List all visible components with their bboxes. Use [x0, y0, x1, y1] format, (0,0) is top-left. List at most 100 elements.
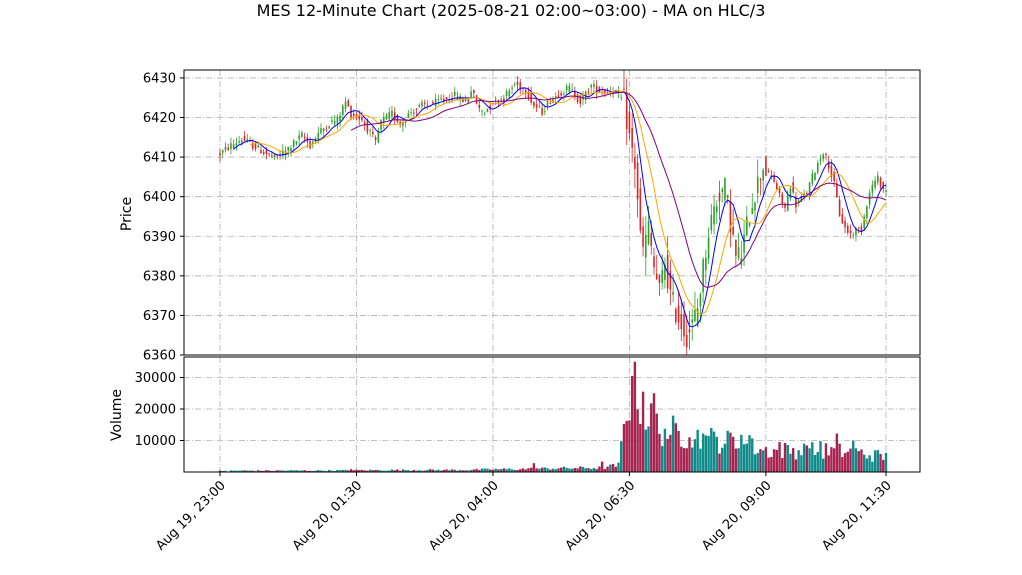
volume-bar [660, 446, 664, 472]
candle-body [298, 135, 300, 140]
candle-body [571, 88, 573, 90]
volume-bar [715, 436, 718, 472]
volume-bar [884, 452, 888, 472]
candle-body [565, 86, 568, 90]
candle-body [462, 97, 464, 103]
candle-body [852, 234, 855, 236]
candle-body [677, 305, 680, 323]
volume-bar [838, 443, 841, 472]
candle-body [568, 85, 571, 92]
volume-bar [852, 440, 855, 472]
volume-bar [677, 431, 680, 472]
candle-body [713, 206, 715, 225]
volume-bar [876, 450, 880, 472]
price-tick-label: 6380 [143, 269, 176, 284]
volume-bar [813, 454, 817, 472]
candle-body [372, 131, 374, 135]
volume-tick-label: 20000 [135, 402, 176, 417]
candle-body [361, 117, 363, 121]
candle-body [691, 319, 694, 323]
candle-body [549, 103, 552, 104]
volume-bar [699, 448, 702, 472]
candle-body [816, 162, 819, 173]
volume-bar [862, 454, 866, 472]
time-tick-label: Aug 20, 01:30 [290, 478, 366, 554]
volume-bar [606, 466, 609, 472]
volume-bar [778, 442, 781, 472]
candle-body [339, 115, 341, 122]
volume-bar [644, 429, 648, 472]
candle-body [287, 146, 290, 151]
volume-bar [710, 428, 713, 472]
volume-bar [830, 447, 833, 472]
volume-bar [857, 451, 860, 472]
volume-bar [682, 448, 686, 472]
candle-body [508, 90, 511, 97]
volume-bar [543, 467, 547, 472]
candle-body [377, 131, 380, 143]
candle-body [418, 104, 421, 107]
volume-bar [535, 468, 538, 472]
volume-bar [592, 468, 596, 472]
candle-body [634, 157, 636, 169]
candle-body [669, 270, 672, 290]
volume-bar [718, 453, 721, 472]
candle-body [486, 108, 489, 113]
volume-bar [781, 458, 784, 472]
volume-bar [617, 462, 620, 472]
volume-bar [639, 423, 642, 472]
candle-body [762, 170, 764, 181]
volume-bar [849, 448, 852, 472]
volume-bar [843, 453, 847, 472]
candle-body [511, 87, 513, 89]
volume-bar [483, 468, 486, 472]
volume-bar [791, 448, 795, 472]
candle-body [776, 183, 778, 190]
candle-body [866, 206, 868, 218]
candle-body [432, 101, 434, 104]
volume-bar [753, 454, 757, 472]
candle-body [268, 153, 270, 154]
candle-body [587, 91, 590, 93]
candle-body [631, 127, 633, 148]
volume-bar [797, 450, 800, 472]
volume-bar [854, 448, 858, 472]
price-panel-frame [183, 69, 921, 356]
candle-body [513, 83, 516, 85]
candle-body [672, 291, 674, 295]
candle-body [868, 192, 871, 205]
volume-bar [775, 449, 779, 472]
candle-body [516, 81, 519, 85]
candle-body [699, 294, 702, 307]
candle-body [735, 239, 737, 256]
candle-body [238, 141, 240, 143]
candle-body [544, 111, 546, 113]
candle-body [683, 314, 685, 337]
candle-body [620, 97, 623, 99]
candle-body [560, 93, 562, 96]
volume-bar [827, 455, 830, 472]
candlestick-chart: 6360 6370 6380 6390 6400 6410 6420 6430 10000 20… [109, 69, 921, 554]
volume-bar [808, 448, 811, 472]
candle-body [322, 128, 325, 132]
volume-bar [576, 468, 579, 472]
candle-body [328, 126, 330, 129]
price-tick-label: 6390 [143, 230, 176, 245]
candle-body [702, 259, 704, 293]
volume-bar [622, 423, 626, 472]
candle-body [500, 99, 502, 100]
price-tick-label: 6430 [143, 71, 176, 86]
volume-bar [480, 468, 484, 472]
candle-body [819, 158, 822, 162]
volume-bar [614, 466, 617, 472]
time-tick-label: Aug 19, 23:00 [153, 478, 229, 554]
candle-body [642, 226, 644, 247]
candle-body [841, 214, 844, 224]
volume-bar [598, 466, 601, 472]
candle-body [241, 140, 243, 143]
candle-body [421, 102, 423, 107]
volume-bar [641, 391, 645, 472]
price-tick-label: 6410 [143, 151, 176, 166]
candle-body [563, 93, 565, 95]
volume-bar [655, 413, 658, 472]
